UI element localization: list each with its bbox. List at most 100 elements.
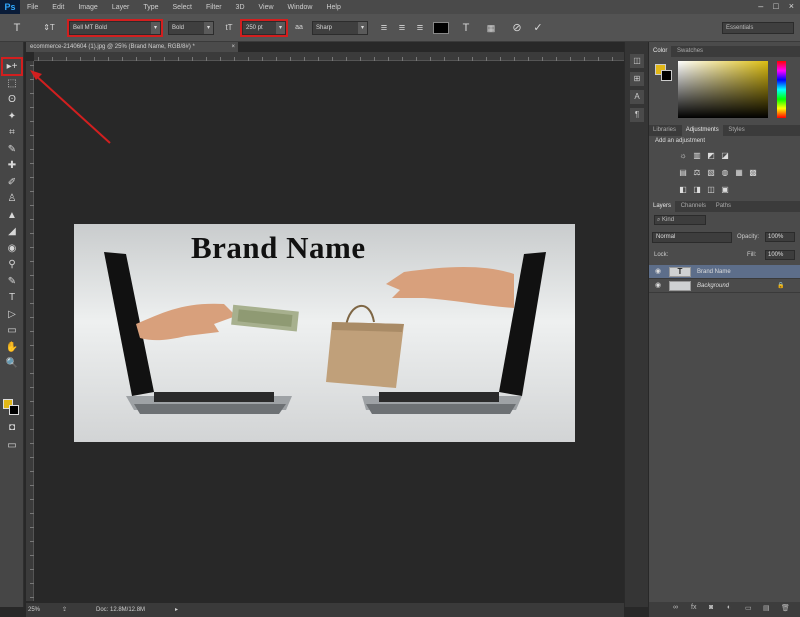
eye-icon[interactable]: ◉ [655,279,661,293]
tab-paths[interactable]: Paths [712,201,735,212]
layer-filter-select[interactable]: ⌕ Kind [654,215,706,225]
properties-icon[interactable]: ⊞ [630,72,644,86]
adjustment-icon[interactable]: ▩ [748,168,758,177]
brand-name-text-layer[interactable]: Brand Name [191,230,366,266]
tab-libraries[interactable]: Libraries [649,125,680,136]
type-tool-icon[interactable]: T [6,21,28,35]
healing-tool-icon[interactable]: ✚ [3,158,21,173]
maximize-icon[interactable]: □ [773,1,778,11]
align-right-icon[interactable]: ≡ [414,21,426,35]
document-canvas[interactable]: Brand Name [74,224,575,442]
adjustment-icon[interactable]: ◨ [692,185,702,194]
hue-slider[interactable] [777,61,786,118]
close-icon[interactable]: × [789,1,794,11]
fx-icon[interactable]: fx [691,604,696,611]
align-left-icon[interactable]: ≡ [378,21,390,35]
quick-mask-icon[interactable]: ◘ [3,420,21,435]
dodge-tool-icon[interactable]: ✎ [3,274,21,289]
history-brush-tool-icon[interactable]: ▲ [3,208,21,223]
document-tab[interactable]: ecommerce-2140604 (1).jpg @ 25% (Brand N… [26,42,238,52]
rectangle-tool-icon[interactable]: ✋ [3,340,21,355]
adjustment-icon[interactable]: ▣ [720,185,730,194]
close-tab-icon[interactable]: × [231,42,235,52]
quick-select-tool-icon[interactable]: ✦ [3,109,21,124]
menu-image[interactable]: Image [71,4,104,11]
type-tool-icon[interactable]: ▷ [3,307,21,322]
adjustment-icon[interactable]: ◍ [720,168,730,177]
tab-styles[interactable]: Styles [724,125,748,136]
ruler-vertical[interactable] [26,61,34,601]
adjustment-icon[interactable]: ◪ [720,151,730,160]
menu-help[interactable]: Help [319,4,347,11]
eye-icon[interactable]: ◉ [655,265,661,279]
ruler-horizontal[interactable] [34,52,624,61]
crop-tool-icon[interactable]: ⌗ [3,125,21,140]
cancel-icon[interactable]: ⊘ [510,21,524,35]
menu-layer[interactable]: Layer [105,4,137,11]
path-select-tool-icon[interactable]: ▭ [3,323,21,338]
adjustment-icon[interactable]: ☼ [678,151,688,160]
screen-mode-icon[interactable]: ▭ [3,438,21,453]
fill-field[interactable]: 100% [765,250,795,260]
adjustment-icon[interactable]: ▤ [678,168,688,177]
menu-file[interactable]: File [20,4,45,11]
group-icon[interactable]: ▭ [745,604,752,612]
clone-stamp-tool-icon[interactable]: ♙ [3,191,21,206]
brush-tool-icon[interactable]: ✐ [3,175,21,190]
text-orientation-icon[interactable]: ⇕T [40,21,58,35]
minimize-icon[interactable]: – [758,1,763,11]
tab-layers[interactable]: Layers [649,201,676,212]
status-menu-icon[interactable]: ⇪ [62,603,67,617]
commit-icon[interactable]: ✓ [531,21,545,35]
font-size-field[interactable]: 250 pt ▾ [240,19,288,37]
adjustment-layer-icon[interactable]: ◐ [727,604,731,611]
move-tool-icon[interactable]: ▸+ [1,57,23,76]
background-color-swatch[interactable] [9,405,19,415]
tab-swatches[interactable]: Swatches [673,46,707,57]
new-layer-icon[interactable]: ▤ [763,604,770,612]
add-mask-icon[interactable]: ◙ [709,604,713,611]
marquee-tool-icon[interactable]: ⬚ [3,76,21,91]
menu-filter[interactable]: Filter [199,4,229,11]
eraser-tool-icon[interactable]: ◢ [3,224,21,239]
zoom-level[interactable]: 25% [28,603,40,617]
menu-edit[interactable]: Edit [45,4,71,11]
text-color-swatch[interactable] [433,22,449,34]
font-style-field[interactable]: Bold ▾ [168,21,214,35]
pen-tool-icon[interactable]: T [3,290,21,305]
lasso-tool-icon[interactable]: ʘ [3,92,21,107]
status-arrow-icon[interactable]: ▸ [175,603,178,617]
tab-channels[interactable]: Channels [677,201,710,212]
menu-window[interactable]: Window [281,4,320,11]
tab-adjustments[interactable]: Adjustments [681,125,723,136]
tab-color[interactable]: Color [649,46,672,57]
adjustment-icon[interactable]: ◧ [678,185,688,194]
antialias-field[interactable]: Sharp ▾ [312,21,368,35]
blend-mode-select[interactable]: Normal [652,232,732,243]
adjustment-icon[interactable]: ◫ [706,185,716,194]
character-panel-icon[interactable]: ▦ [484,21,498,35]
gradient-tool-icon[interactable]: ◉ [3,241,21,256]
menu-3d[interactable]: 3D [229,4,252,11]
trash-icon[interactable]: 🗑 [781,604,790,612]
adjustment-icon[interactable]: ▧ [706,168,716,177]
history-icon[interactable]: ◫ [630,54,644,68]
adjustment-icon[interactable]: ◩ [706,151,716,160]
font-family-field[interactable]: Bell MT Bold ▾ [67,19,163,37]
layer-row-background[interactable]: ◉ Background 🔒 [649,279,800,293]
layer-row-brand-name[interactable]: ◉ T Brand Name [649,265,800,279]
eyedropper-tool-icon[interactable]: ✎ [3,142,21,157]
menu-view[interactable]: View [252,4,281,11]
paragraph-icon[interactable]: ¶ [630,108,644,122]
warp-text-icon[interactable]: T [459,21,473,35]
align-center-icon[interactable]: ≡ [396,21,408,35]
color-field[interactable] [678,61,768,118]
opacity-field[interactable]: 100% [765,232,795,242]
workspace-select[interactable]: Essentials [722,22,794,34]
menu-type[interactable]: Type [136,4,165,11]
link-layers-icon[interactable]: ∞ [673,604,678,611]
background-color-chip[interactable] [661,70,672,81]
adjustment-icon[interactable]: ▥ [692,151,702,160]
hand-tool-icon[interactable]: 🔍 [3,356,21,371]
menu-select[interactable]: Select [166,4,199,11]
